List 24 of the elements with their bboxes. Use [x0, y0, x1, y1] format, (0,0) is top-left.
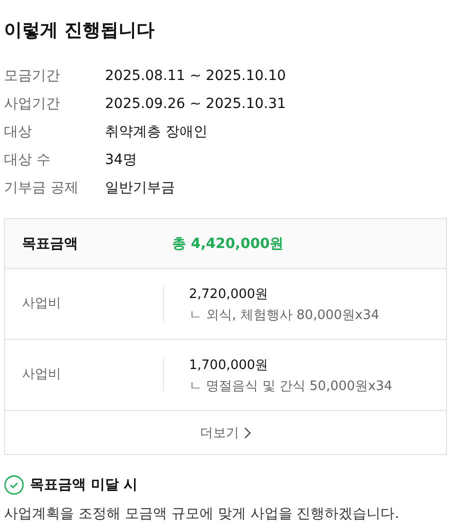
notice-text: 사업계획을 조정해 모금액 규모에 맞게 사업을 진행하겠습니다.: [4, 505, 400, 523]
info-label: 기부금 공제: [4, 179, 80, 197]
notice-title: 목표금액 미달 시: [30, 476, 138, 494]
chevron-right-icon: [244, 426, 251, 438]
header-label: 목표금액: [21, 234, 79, 252]
section-title: 이렇게 진행됩니다: [4, 19, 156, 43]
row-label: 사업비: [5, 358, 164, 392]
info-label: 대상 수: [4, 151, 52, 169]
info-label: 사업기간: [4, 95, 61, 113]
row-detail: ㄴ 외식, 체험행사 80,000원x34: [189, 306, 380, 324]
row-amount: 2,720,000원: [189, 286, 270, 302]
total-amount: 총 4,420,000원: [172, 234, 284, 252]
info-value: 취약계층 장애인: [105, 123, 208, 141]
more-button[interactable]: 더보기: [196, 422, 255, 444]
info-value: 34명: [105, 151, 137, 169]
row-detail: ㄴ 명절음식 및 간식 50,000원x34: [189, 378, 392, 394]
row-label: 사업비: [5, 287, 164, 321]
info-value: 2025.08.11 ~ 2025.10.10: [105, 68, 286, 84]
info-label: 모금기간: [4, 67, 61, 85]
info-value: 2025.09.26 ~ 2025.10.31: [105, 96, 286, 112]
check-circle-icon: [4, 475, 24, 495]
info-label: 대상: [4, 123, 33, 141]
info-value: 일반기부금: [105, 179, 175, 197]
row-amount: 1,700,000원: [189, 356, 270, 374]
